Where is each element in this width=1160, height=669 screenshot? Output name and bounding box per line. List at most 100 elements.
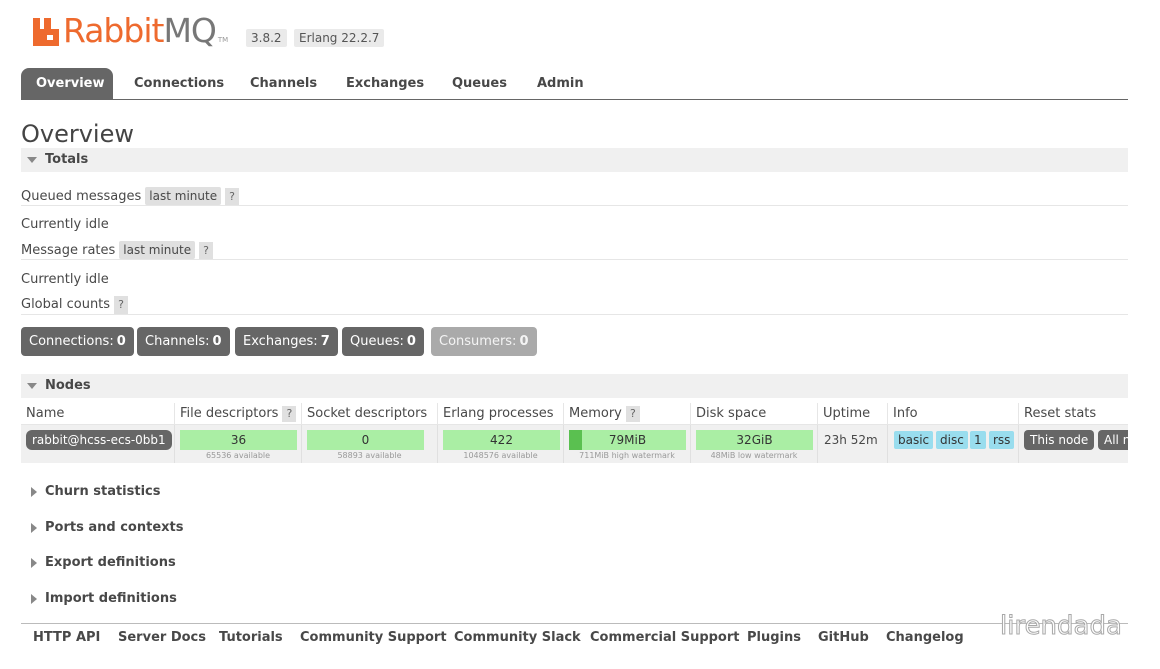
column-header-info: Info (888, 403, 1019, 425)
footer-link-changelog[interactable]: Changelog (886, 630, 964, 645)
logo-text-rabbit: Rabbit (63, 11, 164, 50)
tab-admin[interactable]: Admin (522, 68, 599, 99)
column-header-label: Socket descriptors (307, 406, 428, 421)
memory-bar-fill (569, 430, 582, 450)
global-counts-label: Global counts (21, 297, 111, 312)
version-badge: 3.8.2 (246, 29, 287, 47)
disk-space-low-watermark: 48MiB low watermark (710, 451, 798, 460)
footer-link-community-slack[interactable]: Community Slack (454, 630, 581, 645)
channels-count-button[interactable]: Channels: 0 (137, 327, 230, 356)
message-rates-range-select[interactable]: last minute (119, 241, 196, 259)
help-icon[interactable]: ? (199, 242, 214, 260)
file-descriptors-available: 65536 available (205, 451, 271, 460)
footer-link-tutorials[interactable]: Tutorials (219, 630, 283, 645)
node-name-link[interactable]: rabbit@hcss-ecs-0bb1 (26, 430, 172, 450)
connections-count-button[interactable]: Connections: 0 (21, 327, 134, 356)
column-header-reset-stats: Reset stats (1024, 406, 1097, 421)
count-label: Consumers: (439, 334, 517, 349)
consumers-count-button[interactable]: Consumers: 0 (431, 327, 537, 356)
count-value: 0 (406, 334, 416, 349)
tab-overview[interactable]: Overview (21, 68, 113, 99)
nodes-section-toggle[interactable]: Nodes (21, 374, 1128, 398)
help-icon[interactable]: ? (114, 296, 129, 314)
message-rates-label: Message rates (21, 243, 116, 258)
help-icon[interactable]: ? (225, 188, 240, 206)
disk-space-value: 32GiB (736, 433, 773, 447)
footer-link-github[interactable]: GitHub (818, 630, 869, 645)
erlang-version-badge: Erlang 22.2.7 (294, 29, 385, 47)
reset-this-node-button[interactable]: This node (1024, 430, 1095, 450)
section-label: Churn statistics (45, 484, 161, 499)
reset-all-nodes-button[interactable]: All nodes (1098, 430, 1128, 450)
column-header-name: Name (21, 403, 175, 425)
footer-link-http-api[interactable]: HTTP API (33, 630, 100, 645)
nodes-table-header: Name File descriptors? Socket descriptor… (21, 403, 1128, 444)
column-header-label: File descriptors (180, 406, 279, 421)
queues-count-button[interactable]: Queues: 0 (342, 327, 424, 356)
footer-link-commercial-support[interactable]: Commercial Support (590, 630, 740, 645)
column-header-socket-descriptors: Socket descriptors? (302, 403, 438, 444)
socket-descriptors-value: 0 (361, 433, 370, 447)
memory-bar: 79MiB (569, 430, 686, 450)
tab-queues[interactable]: Queues (437, 68, 522, 99)
cell-memory: 79MiB 711MiB high watermark (564, 425, 691, 463)
column-header-memory: Memory? (564, 403, 691, 425)
cell-erlang-processes: 422 1048576 available (438, 425, 564, 463)
footer-link-plugins[interactable]: Plugins (747, 630, 801, 645)
ports-and-contexts-section-toggle[interactable]: Ports and contexts (21, 516, 183, 540)
cell-name: rabbit@hcss-ecs-0bb1 (21, 425, 175, 463)
exchanges-count-button[interactable]: Exchanges: 7 (235, 327, 338, 356)
rabbitmq-logo[interactable]: Rabbit MQ TM (31, 12, 228, 50)
section-label: Import definitions (45, 591, 177, 606)
export-definitions-section-toggle[interactable]: Export definitions (21, 551, 176, 575)
info-badge-count[interactable]: 1 (970, 431, 986, 449)
collapse-triangle-icon (27, 383, 37, 389)
erlang-processes-value: 422 (490, 433, 513, 447)
message-rates-idle-text: Currently idle (21, 272, 109, 287)
column-header-file-descriptors: File descriptors? (175, 403, 302, 425)
info-badge-rss[interactable]: rss (989, 431, 1015, 449)
tab-channels[interactable]: Channels (235, 68, 332, 99)
logo-text-mq: MQ (163, 11, 216, 50)
totals-section-toggle[interactable]: Totals (21, 148, 1128, 172)
queued-messages-range-select[interactable]: last minute (145, 187, 222, 205)
divider (21, 314, 1128, 315)
count-label: Exchanges: (243, 334, 318, 349)
help-icon[interactable]: ? (282, 406, 297, 422)
footer-link-community-support[interactable]: Community Support (300, 630, 447, 645)
cell-file-descriptors: 36 65536 available (175, 425, 302, 463)
erlang-processes-available: 1048576 available (463, 451, 538, 460)
count-label: Channels: (145, 334, 210, 349)
disk-space-bar: 32GiB (696, 430, 813, 450)
queued-messages-label: Queued messages (21, 189, 142, 204)
cell-disk-space: 32GiB 48MiB low watermark (691, 425, 818, 463)
import-definitions-section-toggle[interactable]: Import definitions (21, 587, 177, 611)
logo-trademark: TM (217, 36, 229, 44)
count-value: 0 (212, 334, 222, 349)
header: Rabbit MQ TM 3.8.2 Erlang 22.2.7 (21, 8, 1128, 58)
footer: HTTP API Server Docs Tutorials Community… (21, 623, 1128, 655)
table-row: rabbit@hcss-ecs-0bb1 36 65536 available … (21, 425, 1128, 463)
nodes-table: Name File descriptors? Socket descriptor… (21, 403, 1128, 463)
help-icon[interactable]: ? (625, 406, 640, 422)
expand-triangle-icon (31, 487, 37, 497)
info-badge-disc[interactable]: disc (936, 431, 968, 449)
info-badge-basic[interactable]: basic (894, 431, 934, 449)
section-label: Ports and contexts (45, 520, 184, 535)
churn-statistics-section-toggle[interactable]: Churn statistics (21, 480, 161, 504)
column-header-disk-space: Disk space (691, 403, 818, 425)
memory-value: 79MiB (608, 433, 647, 447)
cell-reset-stats: This node All nodes (1019, 425, 1128, 463)
queued-messages-idle-text: Currently idle (21, 217, 109, 232)
footer-link-server-docs[interactable]: Server Docs (118, 630, 206, 645)
tab-connections[interactable]: Connections (119, 68, 239, 99)
cell-info: basic disc 1 rss (888, 425, 1019, 463)
count-value: 0 (116, 334, 126, 349)
memory-high-watermark: 711MiB high watermark (579, 451, 675, 460)
tab-exchanges[interactable]: Exchanges (331, 68, 439, 99)
page-title: Overview (21, 120, 134, 148)
main-nav-tabs: Overview Connections Channels Exchanges … (21, 68, 1128, 100)
count-value: 0 (519, 334, 529, 349)
divider (21, 205, 1128, 206)
expand-triangle-icon (31, 594, 37, 604)
